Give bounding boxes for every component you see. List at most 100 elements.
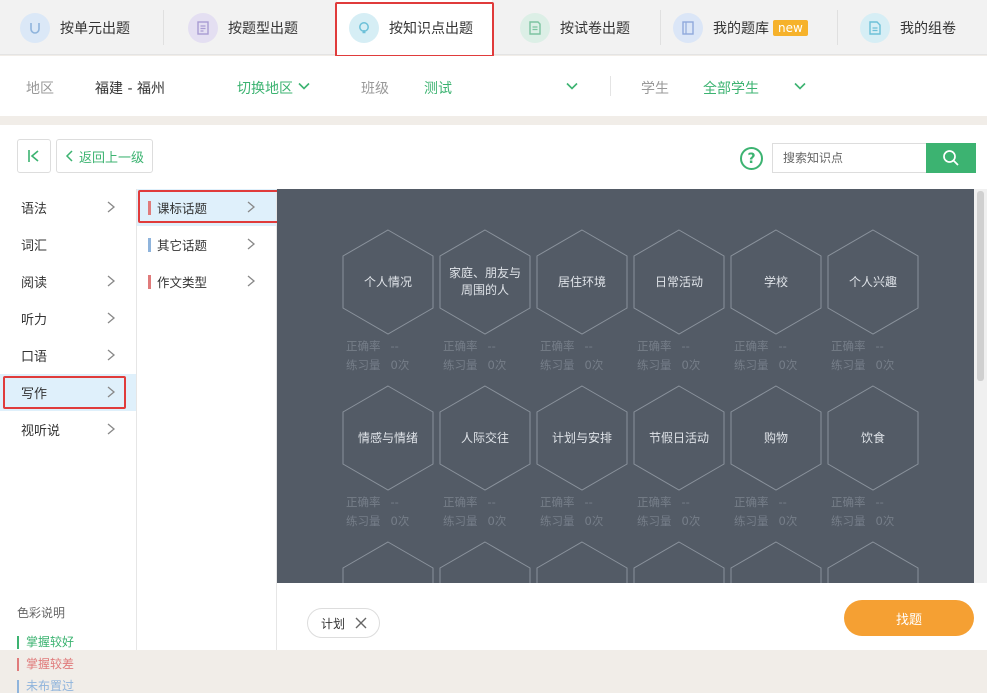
find-questions-button[interactable]: 找题	[844, 600, 974, 636]
practice-count-stat: 练习量 0次	[831, 514, 895, 528]
tab-by-question-type[interactable]: 按题型出题	[188, 0, 333, 55]
search-icon	[943, 150, 959, 166]
topic-hexagon[interactable]: 居住环境	[535, 229, 629, 335]
practice-count-stat: 练习量 0次	[443, 514, 507, 528]
category-item[interactable]: 口语	[0, 337, 136, 374]
topic-name: 居住环境	[557, 274, 606, 289]
subcategory-item[interactable]: 作文类型	[137, 263, 276, 300]
switch-region-link[interactable]: 切换地区	[237, 78, 293, 98]
region-value: 福建 - 福州	[95, 81, 165, 97]
tab-my-question-bank[interactable]: 我的题库 new	[673, 0, 833, 55]
topic-name: 个人兴趣	[848, 274, 897, 289]
student-select[interactable]: 全部学生	[703, 78, 759, 98]
practice-count-stat: 练习量 0次	[637, 358, 701, 372]
topic-name: 计划与安排	[551, 430, 612, 445]
topic-hexagon[interactable]: 家庭、朋友与周围的人	[438, 229, 532, 335]
status-bar	[148, 200, 151, 215]
status-bar	[148, 274, 151, 289]
paper-icon	[520, 12, 550, 43]
topic-name: 人际交往	[460, 430, 509, 445]
chevron-right-icon	[247, 238, 256, 250]
accuracy-stat: 正确率 --	[443, 339, 496, 353]
practice-count-stat: 练习量 0次	[637, 514, 701, 528]
tab-by-paper[interactable]: 按试卷出题	[520, 0, 660, 55]
topic-hexagon[interactable]: 计划与安排	[535, 385, 629, 491]
topic-hexagon[interactable]: 个人情况	[341, 229, 435, 335]
tab-label: 按知识点出题	[389, 20, 473, 37]
accuracy-stat: 正确率 --	[734, 495, 787, 509]
legend-title: 色彩说明	[17, 606, 66, 620]
practice-count-stat: 练习量 0次	[540, 358, 604, 372]
practice-count-stat: 练习量 0次	[540, 514, 604, 528]
topic-hexagon-partial[interactable]	[438, 541, 532, 583]
doc-icon	[860, 12, 890, 43]
topic-name: 节假日活动	[648, 430, 709, 445]
topic-hexagon[interactable]: 人际交往	[438, 385, 532, 491]
first-page-icon	[28, 150, 39, 162]
tab-label: 按试卷出题	[560, 20, 630, 37]
list-icon	[188, 12, 218, 43]
tab-my-papers[interactable]: 我的组卷	[860, 0, 980, 55]
category-item[interactable]: 阅读	[0, 263, 136, 300]
topic-name: 购物	[763, 430, 788, 445]
tab-label: 按题型出题	[228, 20, 298, 37]
practice-count-stat: 练习量 0次	[734, 358, 798, 372]
tab-by-unit[interactable]: 按单元出题	[20, 0, 170, 55]
tab-by-knowledge-point[interactable]: 按知识点出题	[337, 0, 492, 55]
topic-hexagon-partial[interactable]	[341, 541, 435, 583]
category-item[interactable]: 视听说	[0, 411, 136, 448]
chevron-down-icon[interactable]	[793, 79, 807, 93]
topic-name: 情感与情绪	[357, 430, 418, 445]
topic-hexagon-partial[interactable]	[729, 541, 823, 583]
selected-chip: 计划	[307, 608, 380, 638]
topic-name: 个人情况	[363, 274, 412, 289]
legend-item-poor: 掌握较差	[17, 658, 74, 671]
class-label: 班级	[361, 81, 389, 97]
topic-hexagon[interactable]: 日常活动	[632, 229, 726, 335]
tab-label: 我的组卷	[900, 20, 956, 37]
main-panel: 返回上一级 ? 语法 词汇 阅读 听力 口语 写作 视听说 色彩说明 掌握较好 …	[0, 125, 987, 693]
practice-count-stat: 练习量 0次	[443, 358, 507, 372]
top-tab-bar: 按单元出题 按题型出题 按知识点出题 按试卷出题 我的题库 new 我的组卷	[0, 0, 987, 57]
chevron-down-icon[interactable]	[565, 79, 579, 93]
chevron-down-icon[interactable]	[297, 79, 311, 93]
accuracy-stat: 正确率 --	[831, 495, 884, 509]
chevron-right-icon	[247, 275, 256, 287]
accuracy-stat: 正确率 --	[346, 339, 399, 353]
topic-hexagon-partial[interactable]	[826, 541, 920, 583]
category-item[interactable]: 听力	[0, 300, 136, 337]
category-item[interactable]: 词汇	[0, 226, 136, 263]
back-button[interactable]: 返回上一级	[56, 139, 153, 173]
topic-hexagon[interactable]: 饮食	[826, 385, 920, 491]
accuracy-stat: 正确率 --	[734, 339, 787, 353]
topic-hexagon[interactable]: 购物	[729, 385, 823, 491]
scrollbar[interactable]	[974, 189, 987, 583]
first-level-button[interactable]	[17, 139, 51, 173]
region-label: 地区	[26, 81, 54, 97]
topic-name: 家庭、朋友与周围的人	[448, 266, 521, 297]
category-item-selected[interactable]: 写作	[0, 374, 136, 411]
category-item[interactable]: 语法	[0, 189, 136, 226]
chip-label: 计划	[321, 616, 346, 631]
topic-hexagon-partial[interactable]	[632, 541, 726, 583]
practice-count-stat: 练习量 0次	[346, 514, 410, 528]
topic-hexagon[interactable]: 节假日活动	[632, 385, 726, 491]
chevron-right-icon	[107, 201, 116, 213]
knowledge-point-canvas: 个人情况正确率 -- 练习量 0次 家庭、朋友与周围的人正确率 -- 练习量 0次 居住环境正确…	[277, 189, 974, 583]
close-icon[interactable]	[355, 617, 367, 629]
topic-hexagon[interactable]: 情感与情绪	[341, 385, 435, 491]
chevron-right-icon	[247, 201, 256, 213]
class-select[interactable]: 测试	[424, 78, 452, 98]
search-input[interactable]	[772, 143, 926, 173]
help-icon[interactable]: ?	[740, 147, 763, 170]
subcategory-item-selected[interactable]: 课标话题	[137, 189, 276, 226]
subcategory-item[interactable]: 其它话题	[137, 226, 276, 263]
topic-hexagon[interactable]: 学校	[729, 229, 823, 335]
filter-bar: 地区 福建 - 福州 切换地区 班级 测试 学生 全部学生	[0, 56, 987, 116]
topic-hexagon-partial[interactable]	[535, 541, 629, 583]
topic-hexagon[interactable]: 个人兴趣	[826, 229, 920, 335]
scrollbar-thumb[interactable]	[977, 191, 984, 381]
back-label: 返回上一级	[78, 150, 144, 166]
student-label: 学生	[641, 81, 669, 97]
search-button[interactable]	[926, 143, 976, 173]
